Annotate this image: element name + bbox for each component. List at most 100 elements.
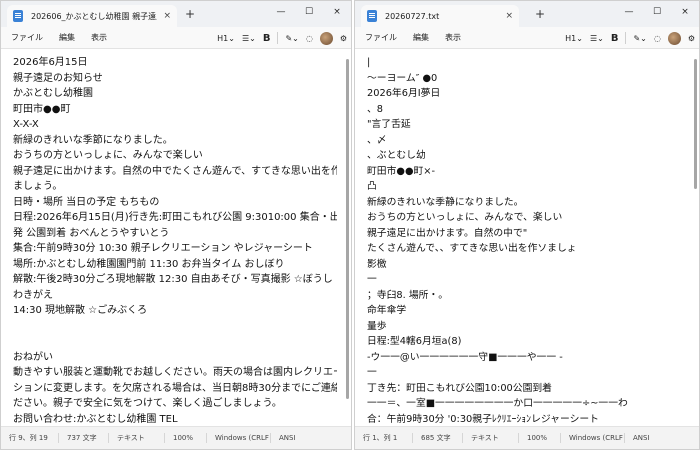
encoding[interactable]: ANSI [271, 433, 304, 443]
line-ending[interactable]: Windows (CRLF [561, 433, 625, 443]
gear-icon: ⚙ [687, 33, 695, 43]
pen-icon: ✎ [285, 33, 293, 43]
text-line: -ウ一一@い一一一一一一守■一一一や一一 - [367, 351, 563, 363]
tab-title: 20260727.txt [385, 11, 440, 21]
encoding[interactable]: ANSI [625, 433, 658, 443]
text-line: 、〆 [367, 134, 387, 146]
text-mode[interactable]: テキスト [109, 433, 165, 443]
list-icon: ☰ [589, 33, 598, 43]
copilot-icon: ◌ [653, 33, 661, 43]
text-line: ションに変更します。を欠席される場合は、当日朝8時30分までにご連絡く [13, 382, 337, 394]
text-line: 合：午前9時30分 '0:30親子ﾚｸﾘｴｰｼｮﾝレジャーシート [367, 413, 599, 425]
document-tab[interactable]: 202606_かぶとむし幼稚園 親子遠足の × [7, 5, 177, 27]
window-controls: — ☐ × [615, 1, 699, 23]
zoom-level[interactable]: 100% [519, 433, 561, 443]
minimize-button[interactable]: — [615, 1, 643, 23]
text-line: 2026年6月I夢日 [367, 88, 441, 99]
format-dropdown[interactable]: ✎ ⌄ [633, 34, 646, 43]
menu-edit[interactable]: 編集 [51, 32, 83, 43]
text-line: 一一＝、一室■一一一一一一一一か口一一一一一÷~一一わ [367, 398, 628, 409]
text-line: 場所:かぶとむし幼稚園園門前 11:30 お弁当タイム おしぼり [13, 258, 285, 270]
text-line: お問い合わせ:かぶとむし幼稚園 TEL [13, 413, 178, 425]
text-line: X-X-X [13, 119, 39, 130]
text-line: 日程:型4轄6月垣a(8) [367, 336, 462, 347]
chevron-down-icon: ⌄ [576, 33, 583, 43]
text-line: | [367, 57, 371, 68]
text-line: たくさん遊んで、、すてきな思い出を作ソましょ [367, 243, 577, 254]
line-ending[interactable]: Windows (CRLF [207, 433, 271, 443]
menu-file[interactable]: ファイル [1, 32, 51, 43]
settings-button[interactable]: ⚙ [340, 34, 347, 43]
text-editor[interactable]: | 〜ーヨーム″ ●0 2026年6月I夢日 、8 "言了舌延 、〆 、ぶとむし幼 町田市●●… [355, 49, 699, 426]
list-dropdown[interactable]: ☰ ⌄ [242, 34, 256, 43]
scrollbar[interactable] [346, 59, 349, 399]
text-line: かぶとむし幼稚園 [13, 88, 93, 99]
text-line [13, 334, 337, 350]
copilot-button[interactable]: ◌ [654, 34, 661, 43]
heading-dropdown[interactable]: H1 ⌄ [565, 34, 583, 43]
text-line: 集合:午前9時30分 10:30 親子レクリエーション やレジャーシート [13, 243, 313, 254]
copilot-button[interactable]: ◌ [306, 34, 313, 43]
list-icon: ☰ [241, 33, 250, 43]
menu-bar: ファイル 編集 表示 H1 ⌄ ☰ ⌄ B ✎ ⌄ ◌ ⚙ [355, 27, 699, 49]
text-line: ；寺臼8. 場所・。 [367, 289, 449, 301]
text-line: 発 公園到着 おべんとうやすいとう [13, 227, 170, 239]
chevron-down-icon: ⌄ [249, 33, 256, 43]
new-tab-button[interactable]: + [185, 7, 195, 21]
scrollbar[interactable] [694, 59, 697, 189]
chevron-down-icon: ⌄ [640, 33, 647, 43]
menu-view[interactable]: 表示 [437, 32, 469, 43]
menu-view[interactable]: 表示 [83, 32, 115, 43]
copilot-icon: ◌ [305, 33, 313, 43]
close-tab-icon[interactable]: × [163, 11, 171, 21]
close-tab-icon[interactable]: × [505, 11, 513, 21]
new-tab-button[interactable]: + [535, 7, 545, 21]
text-line: ださい。親子で安全に気をつけて、楽しく過ごしましょう。 [13, 398, 282, 409]
text-line: 影檄 [367, 258, 387, 270]
close-window-button[interactable]: × [323, 1, 351, 23]
heading-dropdown[interactable]: H1 ⌄ [217, 34, 235, 43]
minimize-button[interactable]: — [267, 1, 295, 23]
text-line: 親子遠足のお知らせ [13, 72, 103, 84]
zoom-level[interactable]: 100% [165, 433, 207, 443]
text-line: 親子遠足に出かけます。自然の中でたくさん遊んで、すてきな思い出を作り [13, 165, 337, 177]
avatar[interactable] [319, 31, 333, 45]
document-tab[interactable]: 20260727.txt × [361, 5, 519, 27]
maximize-button[interactable]: ☐ [643, 1, 671, 23]
list-dropdown[interactable]: ☰ ⌄ [590, 34, 604, 43]
bold-button[interactable]: B [263, 33, 271, 44]
text-editor[interactable]: 2026年6月15日 親子遠足のお知らせ かぶとむし幼稚園 町田市●●町 X-X-X 新緑… [1, 49, 351, 426]
notepad-window-right: 20260727.txt × + — ☐ × ファイル 編集 表示 H1 ⌄ ☰ ⌄… [354, 0, 700, 450]
notepad-icon [13, 10, 23, 22]
text-line: 、ぶとむし幼 [367, 150, 426, 161]
menu-bar: ファイル 編集 表示 H1 ⌄ ☰ ⌄ B ✎ ⌄ ◌ ⚙ [1, 27, 351, 49]
notepad-window-left: 202606_かぶとむし幼稚園 親子遠足の × + — ☐ × ファイル 編集 … [0, 0, 352, 450]
format-dropdown[interactable]: ✎ ⌄ [285, 34, 298, 43]
bold-button[interactable]: B [611, 33, 619, 44]
maximize-button[interactable]: ☐ [295, 1, 323, 23]
window-controls: — ☐ × [267, 1, 351, 23]
toolbar-divider [625, 32, 627, 44]
text-line: おうちの方といっしょに、みんなで楽しい [13, 150, 203, 161]
avatar[interactable] [667, 31, 681, 45]
text-line: ましょう。 [13, 181, 63, 192]
text-mode[interactable]: テキスト [463, 433, 519, 443]
toolbar-divider [277, 32, 279, 44]
close-window-button[interactable]: × [671, 1, 699, 23]
text-line: 動きやすい服装と運動靴でお越しください。雨天の場合は園内レクリエー [13, 367, 337, 378]
menu-edit[interactable]: 編集 [405, 32, 437, 43]
chevron-down-icon: ⌄ [292, 33, 299, 43]
menu-file[interactable]: ファイル [355, 32, 405, 43]
settings-button[interactable]: ⚙ [688, 34, 695, 43]
text-line: 丁き先：町田こもれび公園10:00公園到着 [367, 382, 552, 394]
text-line: 町田市●●町 [13, 103, 71, 115]
text-line: わきがえ [13, 289, 53, 301]
tab-title: 202606_かぶとむし幼稚園 親子遠足の [31, 11, 157, 21]
text-line: 日時・場所 当日の予定 もちもの [13, 196, 160, 208]
character-count: 737 文字 [59, 433, 109, 443]
tab-bar: 202606_かぶとむし幼稚園 親子遠足の × + — ☐ × [1, 1, 351, 27]
text-line: 〜ーヨーム″ ●0 [367, 72, 438, 84]
text-line: 一 [367, 274, 377, 285]
status-bar: 行 1、列 1 685 文字 テキスト 100% Windows (CRLF A… [355, 426, 699, 449]
editor-text: 2026年6月15日 親子遠足のお知らせ かぶとむし幼稚園 町田市●●町 X-X-X 新緑… [13, 55, 337, 426]
